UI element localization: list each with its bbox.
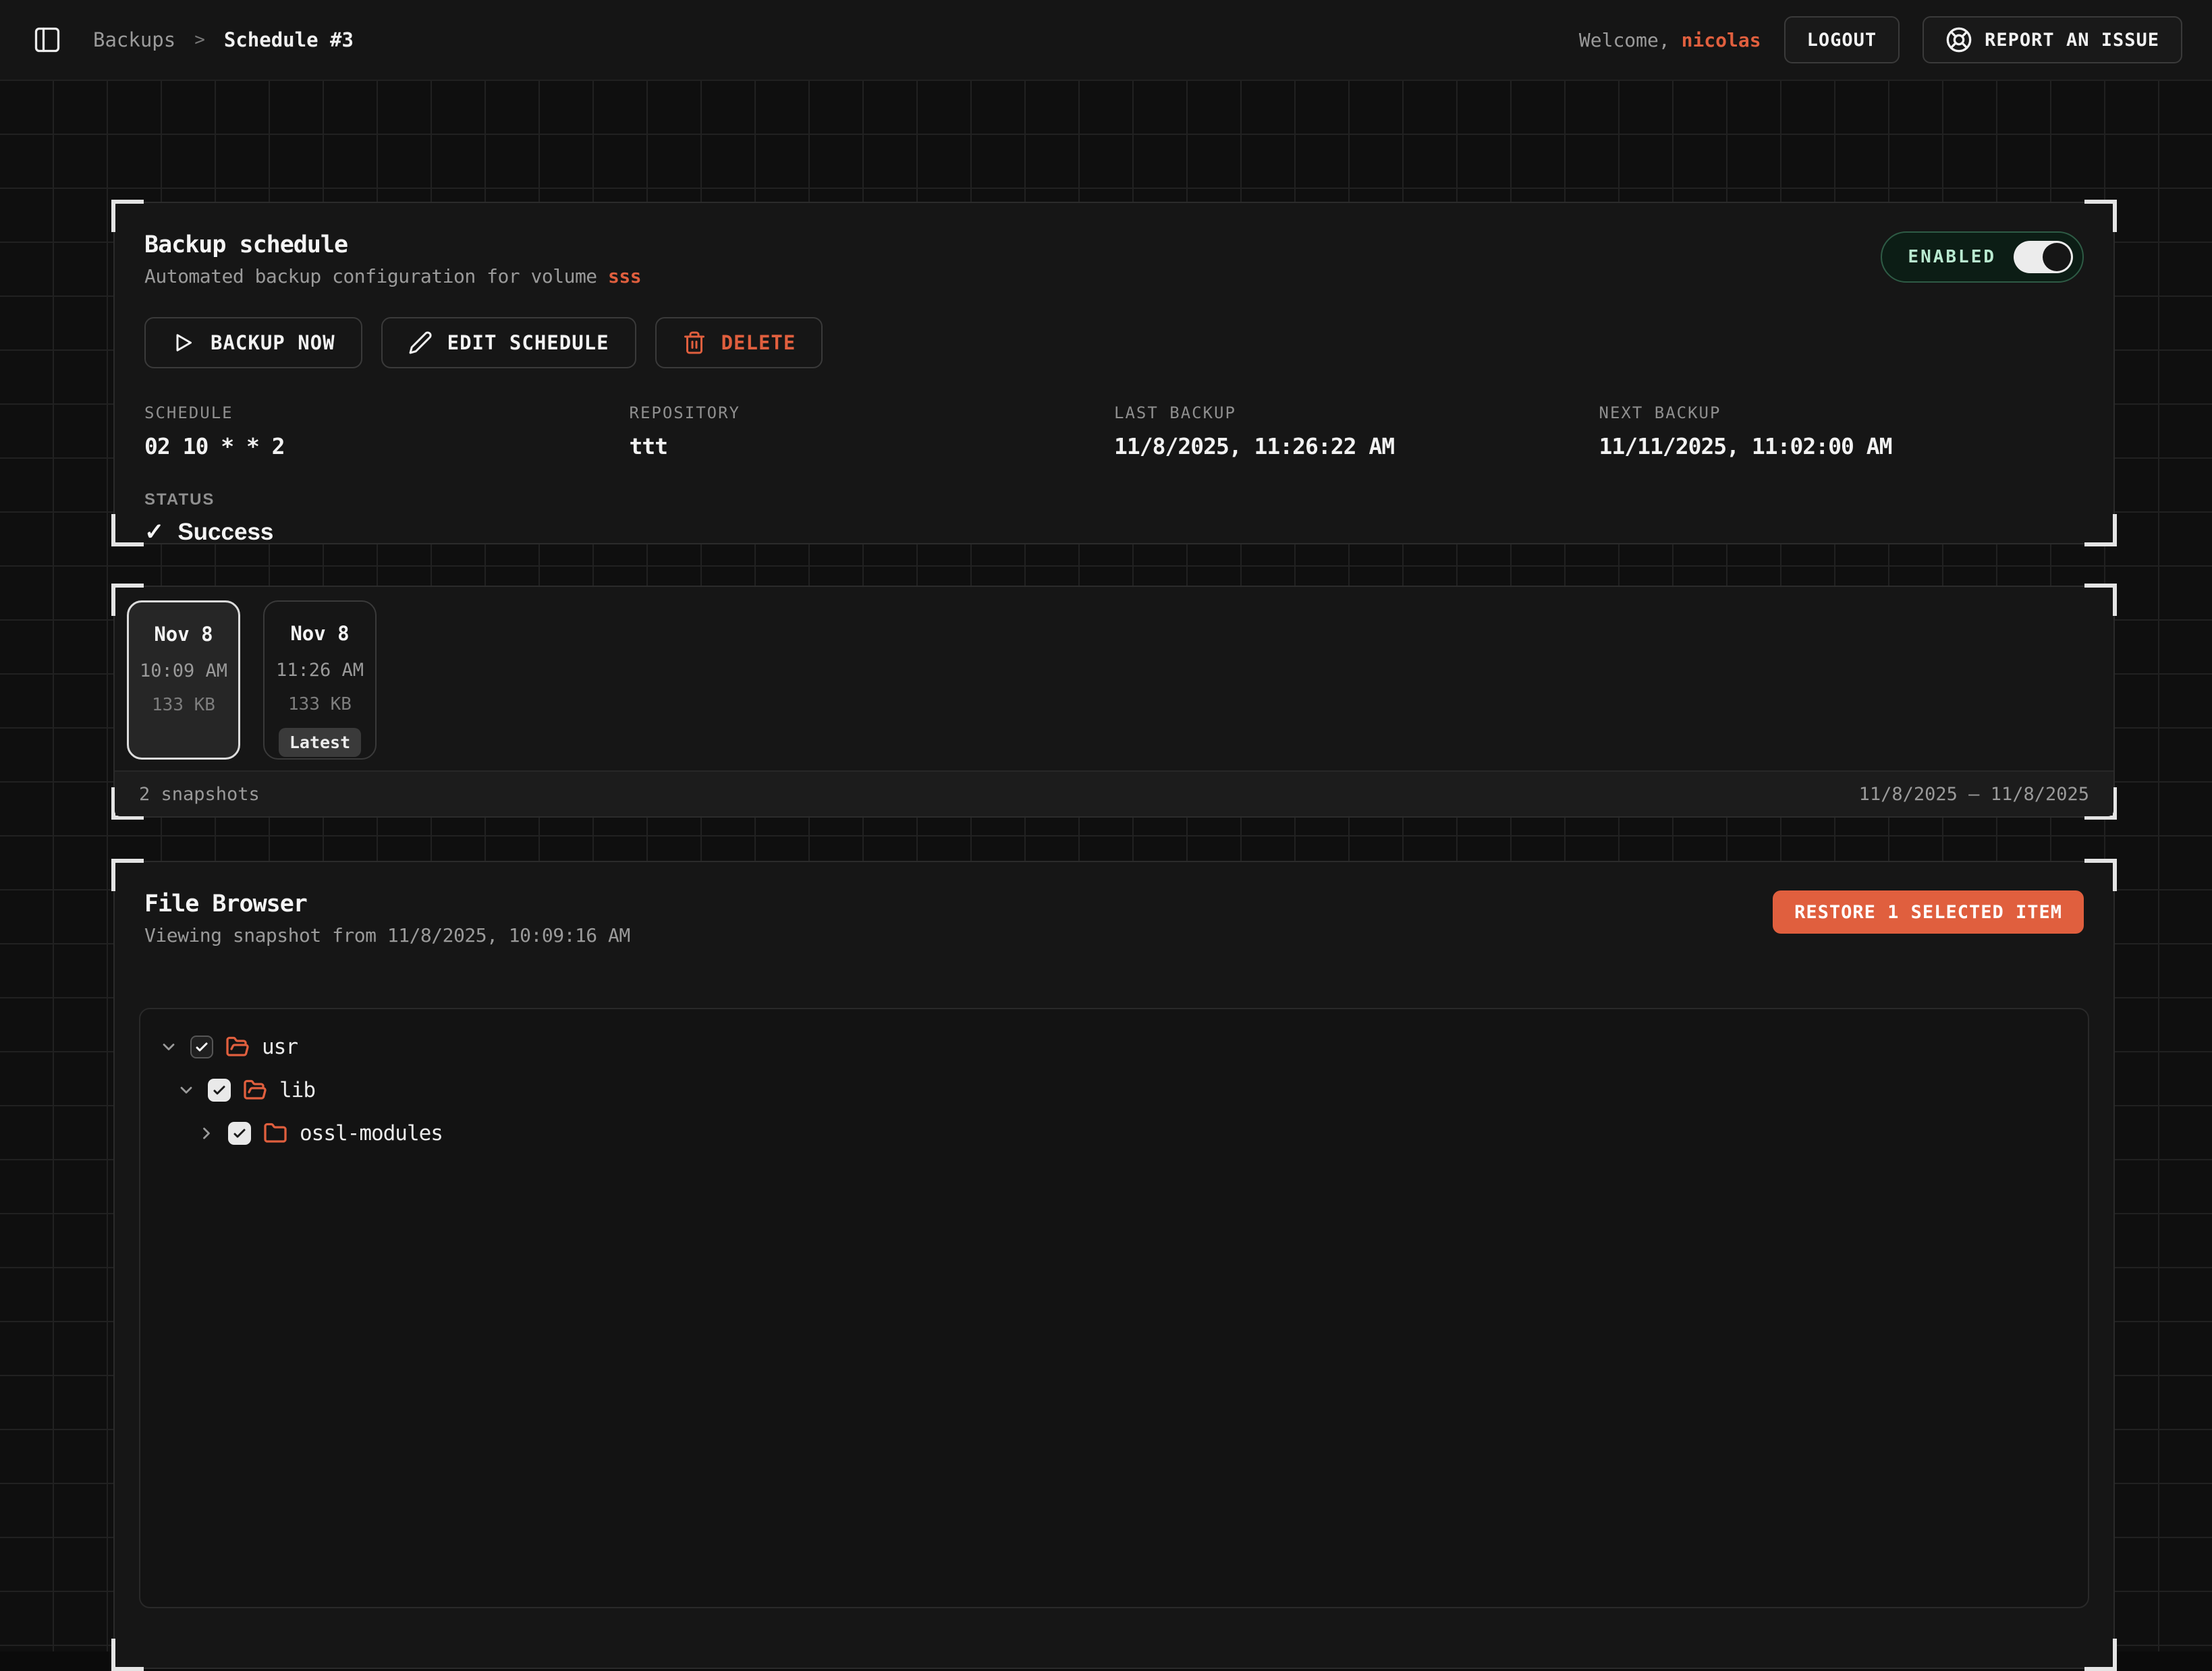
restore-button[interactable]: RESTORE 1 SELECTED ITEM	[1773, 890, 2084, 934]
field-label: REPOSITORY	[630, 403, 1115, 422]
snapshot-count: 2 snapshots	[139, 784, 260, 805]
file-browser-title: File Browser	[144, 890, 630, 917]
field-label: LAST BACKUP	[1114, 403, 1599, 422]
checkbox-checked[interactable]	[228, 1122, 251, 1145]
enabled-toggle[interactable]: ENABLED	[1881, 231, 2084, 283]
status-label: STATUS	[144, 490, 2084, 509]
field-value: 11/11/2025, 11:02:00 AM	[1599, 433, 2084, 459]
field-schedule: SCHEDULE 02 10 * * 2	[144, 403, 630, 459]
file-tree: usr lib	[139, 1008, 2089, 1608]
corner-bracket	[2084, 514, 2117, 546]
corner-bracket	[2084, 1639, 2117, 1671]
field-value: ttt	[630, 433, 1115, 459]
field-label: SCHEDULE	[144, 403, 630, 422]
file-browser-subtitle: Viewing snapshot from 11/8/2025, 10:09:1…	[144, 924, 630, 946]
subtitle-prefix: Automated backup configuration for volum…	[144, 265, 608, 287]
snapshot-date: Nov 8	[154, 623, 213, 646]
snapshot-size: 133 KB	[152, 695, 215, 715]
panel-left-icon	[32, 25, 62, 55]
chevron-down-icon[interactable]	[159, 1038, 178, 1056]
enabled-label: ENABLED	[1908, 247, 1996, 267]
check-icon: ✓	[144, 519, 164, 546]
tree-item-label: lib	[279, 1078, 315, 1102]
toggle-switch[interactable]	[2014, 241, 2073, 273]
snapshots-footer: 2 snapshots 11/8/2025 – 11/8/2025	[115, 770, 2113, 816]
checkbox-checked[interactable]	[208, 1079, 231, 1102]
username: nicolas	[1682, 29, 1761, 51]
folder-icon	[263, 1121, 287, 1145]
chevron-right-icon[interactable]	[197, 1124, 216, 1143]
backup-now-button[interactable]: BACKUP NOW	[144, 317, 362, 368]
report-issue-button[interactable]: REPORT AN ISSUE	[1923, 16, 2182, 63]
logout-label: LOGOUT	[1807, 30, 1877, 51]
snapshot-card[interactable]: Nov 8 11:26 AM 133 KB Latest	[263, 600, 377, 760]
corner-bracket	[111, 514, 144, 546]
tree-row-lib[interactable]: lib	[177, 1069, 2069, 1112]
corner-bracket	[111, 1639, 144, 1671]
chevron-down-icon[interactable]	[177, 1081, 196, 1100]
backup-now-label: BACKUP NOW	[211, 331, 335, 354]
field-next-backup: NEXT BACKUP 11/11/2025, 11:02:00 AM	[1599, 403, 2084, 459]
snapshot-date: Nov 8	[290, 622, 349, 645]
toggle-knob	[2043, 243, 2071, 271]
life-buoy-icon	[1945, 26, 1972, 53]
field-value: 11/8/2025, 11:26:22 AM	[1114, 433, 1599, 459]
volume-name: sss	[608, 265, 641, 287]
field-label: NEXT BACKUP	[1599, 403, 2084, 422]
snapshot-card-selected[interactable]: Nov 8 10:09 AM 133 KB	[127, 600, 240, 760]
field-repository: REPOSITORY ttt	[630, 403, 1115, 459]
snapshots-panel: Nov 8 10:09 AM 133 KB Nov 8 11:26 AM 133…	[113, 586, 2115, 818]
snapshot-size: 133 KB	[288, 694, 352, 714]
tree-item-label: usr	[262, 1035, 298, 1059]
breadcrumb-separator: >	[194, 30, 205, 50]
field-value: 02 10 * * 2	[144, 433, 630, 459]
trash-icon	[682, 331, 707, 355]
folder-open-icon	[225, 1035, 250, 1059]
latest-badge: Latest	[279, 728, 361, 757]
breadcrumb-parent[interactable]: Backups	[93, 28, 175, 51]
panel-subtitle: Automated backup configuration for volum…	[144, 265, 641, 287]
corner-bracket	[2084, 200, 2117, 232]
status-block: STATUS ✓ Success	[144, 490, 2084, 546]
welcome-prefix: Welcome,	[1579, 29, 1670, 51]
field-last-backup: LAST BACKUP 11/8/2025, 11:26:22 AM	[1114, 403, 1599, 459]
breadcrumb-current: Schedule #3	[224, 28, 354, 51]
report-issue-label: REPORT AN ISSUE	[1985, 30, 2159, 51]
tree-row-ossl-modules[interactable]: ossl-modules	[197, 1112, 2069, 1155]
sidebar-toggle-button[interactable]	[30, 22, 65, 57]
snapshot-time: 11:26 AM	[276, 660, 364, 681]
folder-open-icon	[243, 1078, 267, 1102]
status-badge: Success	[177, 519, 273, 546]
play-icon	[171, 331, 196, 355]
backup-schedule-panel: Backup schedule Automated backup configu…	[113, 202, 2115, 544]
tree-row-usr[interactable]: usr	[159, 1025, 2069, 1069]
welcome-text: Welcome, nicolas	[1579, 29, 1761, 51]
tree-item-label: ossl-modules	[300, 1121, 443, 1145]
top-bar: Backups > Schedule #3 Welcome, nicolas L…	[0, 0, 2212, 81]
edit-schedule-button[interactable]: EDIT SCHEDULE	[381, 317, 636, 368]
snapshot-date-range: 11/8/2025 – 11/8/2025	[1859, 784, 2089, 805]
snapshot-time: 10:09 AM	[140, 660, 227, 681]
breadcrumb: Backups > Schedule #3	[93, 28, 354, 51]
pencil-icon	[408, 331, 433, 355]
corner-bracket	[111, 200, 144, 232]
delete-button[interactable]: DELETE	[655, 317, 823, 368]
edit-schedule-label: EDIT SCHEDULE	[447, 331, 609, 354]
main-area: Backup schedule Automated backup configu…	[0, 81, 2212, 1651]
logout-button[interactable]: LOGOUT	[1784, 16, 1900, 63]
delete-label: DELETE	[721, 331, 796, 354]
checkbox-checked[interactable]	[190, 1036, 213, 1058]
page-title: Backup schedule	[144, 231, 641, 258]
file-browser-panel: File Browser Viewing snapshot from 11/8/…	[113, 861, 2115, 1669]
